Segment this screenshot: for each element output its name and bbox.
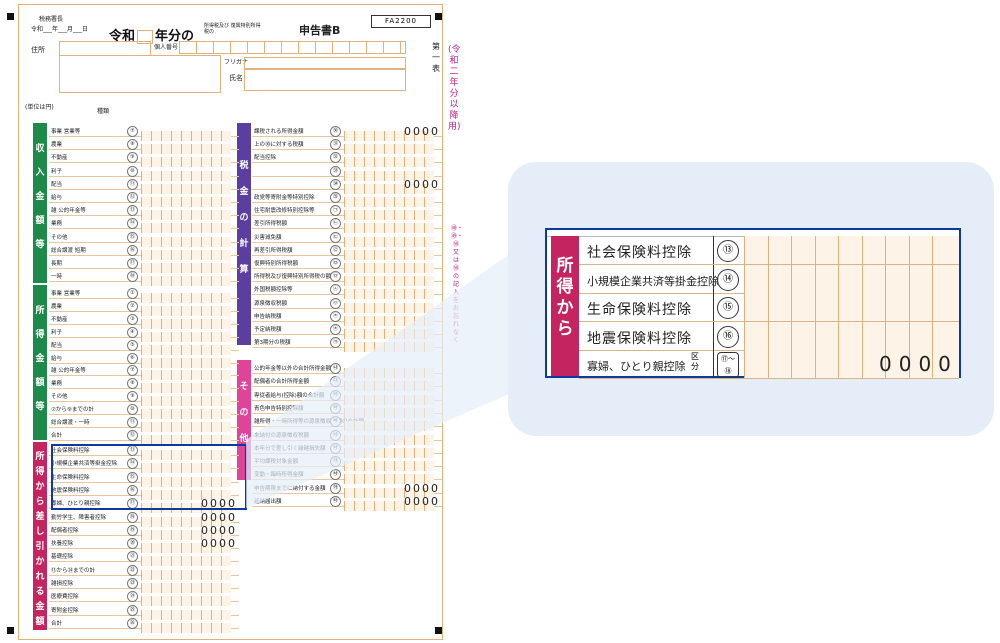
zoomed-deduction-table: 所得から 社会保険料控除 ⑬ 小規模企業共済等掛金控除 ⑭ 生命保険料控除 ⑮ 地震保険料控… (545, 228, 961, 379)
kubun-label: 区分 (691, 352, 699, 371)
zoom-section-label: 所得から (551, 236, 579, 376)
zoom-amount-cells[interactable] (744, 293, 959, 321)
zoom-row-number: ⑯ (717, 325, 739, 348)
zoom-row-label: 地震保険料控除 (587, 330, 692, 347)
zoom-row-label: 寡婦、ひとり親控除 (587, 360, 686, 373)
zoom-divider (713, 264, 714, 293)
zoom-row: 地震保険料控除 ⑯ (579, 321, 959, 351)
zoom-divider (713, 236, 714, 264)
zoom-divider (713, 350, 714, 378)
zoom-divider (713, 293, 714, 321)
zoom-row: 生命保険料控除 ⑮ (579, 293, 959, 322)
zoom-row: 社会保険料控除 ⑬ (579, 236, 959, 265)
zoom-row-label: 小規模企業共済等掛金控除 (587, 274, 719, 288)
zoom-zero-digits: 0000 (879, 352, 958, 376)
zoom-amount-cells[interactable] (744, 236, 959, 264)
zoom-row-number: ⑰〜⑱ (717, 352, 739, 378)
zoom-row: 寡婦、ひとり親控除 ⑰〜⑱ 区分 0000 (579, 350, 959, 379)
zoom-amount-cells[interactable] (744, 264, 959, 293)
zoom-row-label: 生命保険料控除 (587, 302, 692, 318)
zoom-row: 小規模企業共済等掛金控除 ⑭ (579, 264, 959, 294)
zoom-row-number: ⑬ (717, 240, 739, 262)
zoom-row-label: 社会保険料控除 (587, 245, 692, 261)
zoom-row-number: ⑮ (717, 297, 739, 319)
zoom-row-number: ⑭ (717, 268, 739, 291)
zoom-divider (713, 321, 714, 350)
zoom-amount-cells[interactable] (744, 321, 959, 350)
